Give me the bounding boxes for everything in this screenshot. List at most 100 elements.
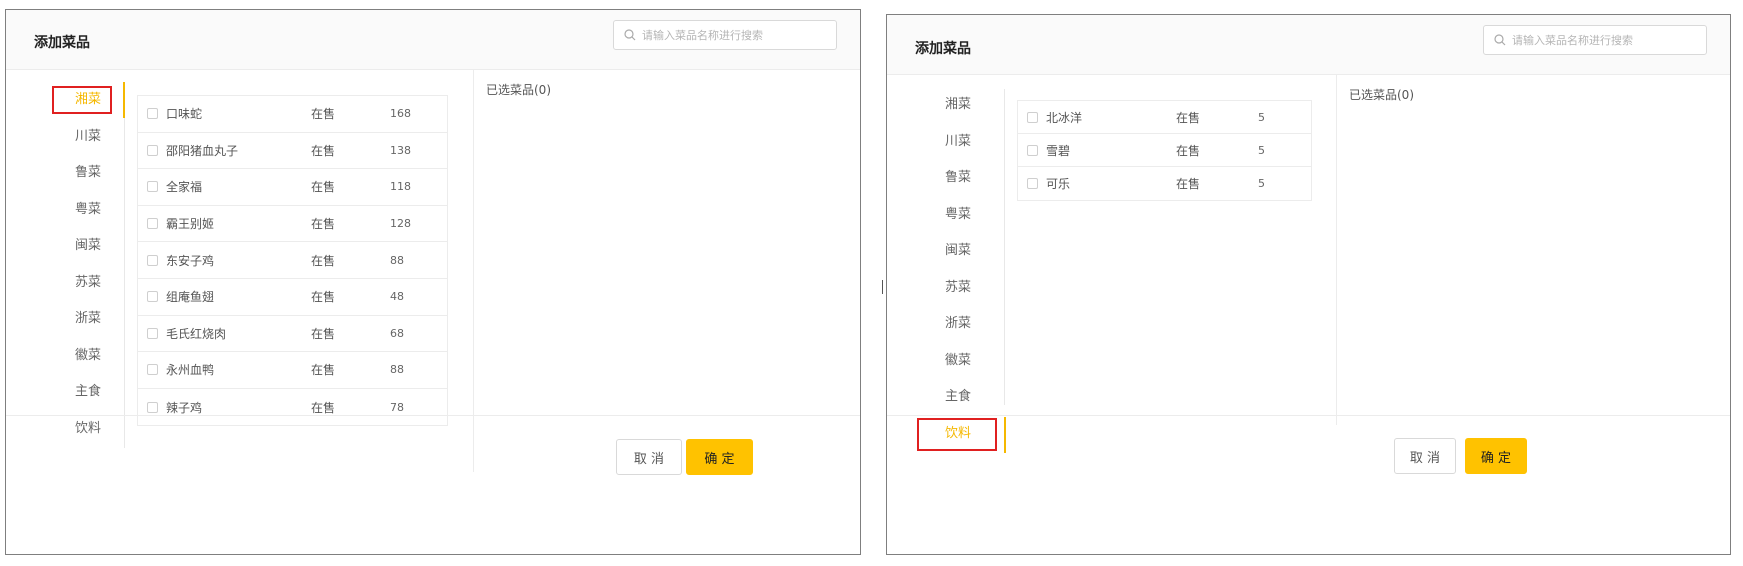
table-row[interactable]: 永州血鸭 在售 88 <box>138 352 447 389</box>
highlight-box <box>52 86 112 114</box>
dish-checkbox[interactable] <box>147 254 158 266</box>
category-item-yue[interactable]: 粤菜 <box>52 192 124 229</box>
dish-table: 口味蛇 在售 168 邵阳猪血丸子 在售 138 全家福 在售 118 霸王别姬 在售 128 … <box>137 95 448 426</box>
category-item-su[interactable]: 苏菜 <box>52 265 124 302</box>
dish-status: 在售 <box>311 253 336 268</box>
category-item-staple[interactable]: 主食 <box>52 374 124 411</box>
dish-price: 48 <box>390 290 404 304</box>
dish-checkbox[interactable] <box>147 181 158 193</box>
category-label: 闽菜 <box>74 238 101 253</box>
category-item-xiang[interactable]: 湘菜 <box>922 87 994 124</box>
dish-price: 168 <box>390 107 411 121</box>
dish-checkbox[interactable] <box>147 291 158 303</box>
dish-checkbox[interactable] <box>147 401 158 413</box>
dish-price: 5 <box>1258 177 1265 190</box>
cancel-button[interactable]: 取 消 <box>1394 438 1456 474</box>
category-list: 湘菜 川菜 鲁菜 粤菜 闽菜 苏菜 浙菜 徽菜 主食 饮料 <box>917 87 997 452</box>
category-label: 鲁菜 <box>944 170 971 185</box>
category-label: 川菜 <box>74 128 101 144</box>
dish-name: 组庵鱼翅 <box>166 290 215 305</box>
dish-checkbox[interactable] <box>147 108 158 120</box>
dish-price: 138 <box>390 143 411 157</box>
search-box[interactable] <box>613 20 837 50</box>
dish-name: 雪碧 <box>1046 143 1071 158</box>
table-row[interactable]: 全家福 在售 118 <box>138 169 447 206</box>
category-item-hui[interactable]: 徽菜 <box>922 343 994 380</box>
table-row[interactable]: 口味蛇 在售 168 <box>138 96 447 133</box>
dish-name: 可乐 <box>1046 177 1071 191</box>
dish-name: 口味蛇 <box>166 107 203 122</box>
dish-price: 68 <box>390 326 404 340</box>
category-item-lu[interactable]: 鲁菜 <box>52 155 124 192</box>
category-item-su[interactable]: 苏菜 <box>922 270 994 307</box>
category-label: 川菜 <box>944 133 971 149</box>
confirm-button[interactable]: 确 定 <box>1465 438 1527 474</box>
table-row[interactable]: 雪碧 在售 5 <box>1018 134 1311 167</box>
category-item-xiang[interactable]: 湘菜 <box>52 82 124 119</box>
dish-checkbox[interactable] <box>147 218 158 230</box>
dialog-title: 添加菜品 <box>915 41 971 57</box>
dish-name: 东安子鸡 <box>166 253 215 268</box>
separator-mark <box>882 280 883 294</box>
category-item-zhe[interactable]: 浙菜 <box>52 301 124 338</box>
category-item-hui[interactable]: 徽菜 <box>52 338 124 375</box>
category-label: 苏菜 <box>74 274 101 290</box>
dialog-footer: 取 消 确 定 <box>887 415 1730 499</box>
table-row[interactable]: 东安子鸡 在售 88 <box>138 242 447 279</box>
dish-checkbox[interactable] <box>147 364 158 376</box>
dish-status: 在售 <box>311 143 336 158</box>
table-row[interactable]: 可乐 在售 5 <box>1018 167 1311 200</box>
dish-price: 88 <box>390 363 404 377</box>
dish-status: 在售 <box>311 217 336 232</box>
dish-status: 在售 <box>311 400 336 415</box>
dish-name: 北冰洋 <box>1046 110 1083 125</box>
category-item-staple[interactable]: 主食 <box>922 379 994 416</box>
category-item-chuan[interactable]: 川菜 <box>52 119 124 156</box>
dish-checkbox[interactable] <box>147 327 158 339</box>
dish-price: 78 <box>390 400 404 414</box>
search-box[interactable] <box>1483 25 1707 55</box>
dialog-footer: 取 消 确 定 <box>6 415 860 499</box>
dish-price: 118 <box>390 180 411 194</box>
dish-name: 霸王别姬 <box>166 217 215 232</box>
dish-price: 88 <box>390 253 404 267</box>
search-input[interactable] <box>1512 26 1700 54</box>
category-label: 粤菜 <box>74 201 101 217</box>
dish-name: 毛氏红烧肉 <box>166 326 227 341</box>
dish-checkbox[interactable] <box>1027 178 1038 189</box>
table-row[interactable]: 北冰洋 在售 5 <box>1018 101 1311 134</box>
selected-panel-divider <box>1336 75 1337 425</box>
search-input[interactable] <box>642 21 830 49</box>
dish-name: 永州血鸭 <box>166 363 215 378</box>
category-item-lu[interactable]: 鲁菜 <box>922 160 994 197</box>
dish-status: 在售 <box>1176 143 1201 158</box>
category-label: 浙菜 <box>74 311 101 326</box>
dish-name: 邵阳猪血丸子 <box>166 143 239 158</box>
category-item-yue[interactable]: 粤菜 <box>922 197 994 234</box>
cancel-button[interactable]: 取 消 <box>616 439 682 475</box>
table-row[interactable]: 组庵鱼翅 在售 48 <box>138 279 447 316</box>
category-list: 湘菜 川菜 鲁菜 粤菜 闽菜 苏菜 浙菜 徽菜 主食 饮料 <box>52 82 124 447</box>
category-item-min[interactable]: 闽菜 <box>922 233 994 270</box>
selected-dishes-label: 已选菜品(0) <box>1349 88 1414 102</box>
category-item-min[interactable]: 闽菜 <box>52 228 124 265</box>
category-item-chuan[interactable]: 川菜 <box>922 124 994 161</box>
table-row[interactable]: 邵阳猪血丸子 在售 138 <box>138 133 447 170</box>
add-dish-dialog-1: 添加菜品 湘菜 川菜 鲁菜 粤菜 闽菜 苏菜 浙菜 徽菜 主食 饮料 口味蛇在售… <box>5 9 861 555</box>
table-row[interactable]: 霸王别姬 在售 128 <box>138 206 447 243</box>
table-row[interactable]: 毛氏红烧肉 在售 68 <box>138 316 447 353</box>
search-icon <box>1494 34 1506 46</box>
dish-status: 在售 <box>311 290 336 305</box>
category-item-zhe[interactable]: 浙菜 <box>922 306 994 343</box>
selected-panel-divider <box>473 70 474 472</box>
dish-name: 全家福 <box>166 180 203 195</box>
dialog-header: 添加菜品 <box>887 15 1730 75</box>
dish-checkbox[interactable] <box>1027 111 1038 123</box>
add-dish-dialog-2: 添加菜品 湘菜 川菜 鲁菜 粤菜 闽菜 苏菜 浙菜 徽菜 主食 饮料 北冰洋在售… <box>886 14 1731 555</box>
confirm-button[interactable]: 确 定 <box>686 439 753 475</box>
dish-checkbox[interactable] <box>147 144 158 156</box>
category-label: 苏菜 <box>944 279 971 295</box>
dish-checkbox[interactable] <box>1027 144 1038 156</box>
category-label: 湘菜 <box>944 97 971 112</box>
category-label: 鲁菜 <box>74 165 101 180</box>
